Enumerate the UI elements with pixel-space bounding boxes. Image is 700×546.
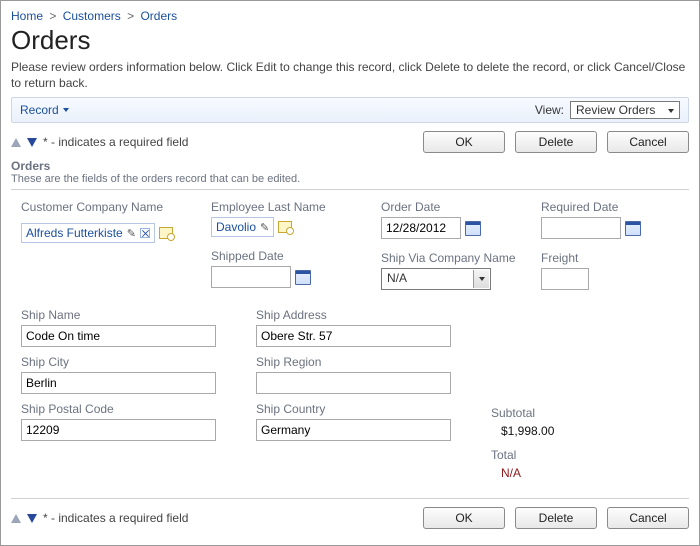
label-required-date: Required Date (541, 200, 691, 214)
scroll-up-icon[interactable] (11, 138, 21, 147)
edit-icon[interactable]: ✎ (127, 227, 136, 240)
label-order-date: Order Date (381, 200, 531, 214)
required-note: * - indicates a required field (11, 511, 188, 525)
form-grid-upper: Customer Company Name Alfreds Futterkist… (11, 200, 689, 290)
total-value: N/A (491, 466, 651, 480)
scroll-up-icon[interactable] (11, 514, 21, 523)
employee-last-value-box: Davolio ✎ (211, 217, 274, 237)
edit-icon[interactable]: ✎ (260, 221, 269, 234)
employee-last-lookup: Davolio ✎ (211, 217, 371, 237)
page-title: Orders (11, 25, 689, 56)
view-label: View: (535, 103, 564, 117)
label-freight: Freight (541, 251, 691, 265)
required-note: * - indicates a required field (11, 135, 188, 149)
label-subtotal: Subtotal (491, 406, 651, 420)
ok-button[interactable]: OK (423, 507, 505, 529)
ship-city-input[interactable] (21, 372, 216, 394)
breadcrumb: Home > Customers > Orders (11, 7, 689, 25)
required-note-text: * - indicates a required field (43, 511, 188, 525)
caret-down-icon (479, 277, 485, 281)
label-employee-last: Employee Last Name (211, 200, 371, 214)
employee-last-link[interactable]: Davolio (216, 220, 256, 234)
label-ship-city: Ship City (21, 355, 246, 369)
caret-down-icon (668, 109, 674, 113)
scroll-down-icon[interactable] (27, 138, 37, 147)
breadcrumb-sep-icon: > (46, 9, 59, 23)
customer-company-link[interactable]: Alfreds Futterkiste (26, 226, 123, 240)
customer-company-value-box: Alfreds Futterkiste ✎ (21, 223, 155, 243)
view-select[interactable]: Review Orders (570, 101, 680, 119)
section-title: Orders (11, 159, 689, 173)
ship-name-input[interactable] (21, 325, 216, 347)
delete-button[interactable]: Delete (515, 507, 597, 529)
ship-region-input[interactable] (256, 372, 451, 394)
caret-down-icon (63, 108, 69, 112)
divider (11, 498, 689, 499)
toolbar: Record View: Review Orders (11, 97, 689, 123)
label-ship-name: Ship Name (21, 308, 246, 322)
new-record-icon[interactable] (278, 221, 292, 233)
calendar-icon[interactable] (465, 221, 481, 236)
ship-country-input[interactable] (256, 419, 451, 441)
breadcrumb-current: Orders (140, 9, 177, 23)
record-menu[interactable]: Record (20, 103, 69, 117)
ok-button[interactable]: OK (423, 131, 505, 153)
customer-company-lookup: Alfreds Futterkiste ✎ (21, 223, 201, 243)
label-ship-via: Ship Via Company Name (381, 251, 531, 265)
label-total: Total (491, 448, 651, 462)
divider (11, 189, 689, 190)
view-switcher: View: Review Orders (535, 101, 680, 119)
record-menu-label: Record (20, 103, 59, 117)
delete-button[interactable]: Delete (515, 131, 597, 153)
shipped-date-input[interactable] (211, 266, 291, 288)
label-shipped-date: Shipped Date (211, 249, 371, 263)
view-select-value: Review Orders (576, 103, 655, 117)
action-row-bottom: * - indicates a required field OK Delete… (11, 507, 689, 529)
cancel-button[interactable]: Cancel (607, 507, 689, 529)
label-ship-region: Ship Region (256, 355, 481, 369)
clear-icon[interactable] (140, 228, 150, 238)
action-row-top: * - indicates a required field OK Delete… (11, 131, 689, 153)
page-description: Please review orders information below. … (11, 60, 689, 91)
label-ship-country: Ship Country (256, 402, 481, 416)
ship-via-select[interactable]: N/A (381, 268, 491, 290)
required-note-text: * - indicates a required field (43, 135, 188, 149)
subtotal-value: $1,998.00 (491, 424, 651, 438)
freight-input[interactable] (541, 268, 589, 290)
breadcrumb-sep-icon: > (124, 9, 137, 23)
scroll-down-icon[interactable] (27, 514, 37, 523)
label-ship-address: Ship Address (256, 308, 481, 322)
breadcrumb-customers[interactable]: Customers (63, 9, 121, 23)
form-grid-lower: Ship Name Ship Address Ship City Ship Re… (11, 308, 689, 480)
ship-address-input[interactable] (256, 325, 451, 347)
section-desc: These are the fields of the orders recor… (11, 173, 689, 185)
order-date-input[interactable] (381, 217, 461, 239)
label-customer-company: Customer Company Name (21, 200, 201, 214)
required-date-input[interactable] (541, 217, 621, 239)
cancel-button[interactable]: Cancel (607, 131, 689, 153)
ship-postal-input[interactable] (21, 419, 216, 441)
calendar-icon[interactable] (625, 221, 641, 236)
breadcrumb-home[interactable]: Home (11, 9, 43, 23)
ship-via-value: N/A (387, 271, 407, 285)
calendar-icon[interactable] (295, 270, 311, 285)
label-ship-postal: Ship Postal Code (21, 402, 246, 416)
new-record-icon[interactable] (159, 227, 173, 239)
